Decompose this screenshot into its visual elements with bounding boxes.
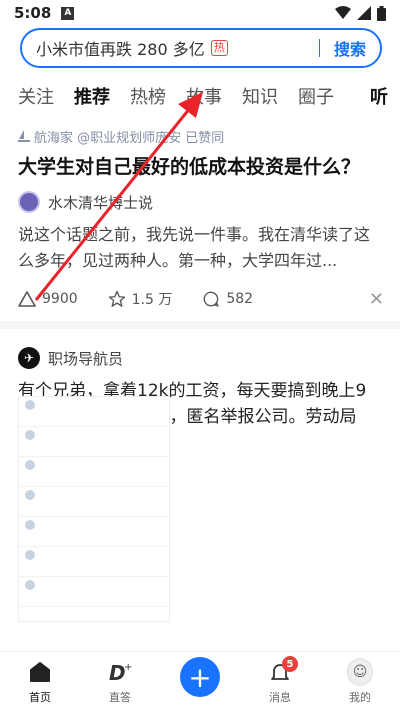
like-action[interactable]: 9900 [18, 291, 78, 307]
tab-recommend[interactable]: 推荐 [74, 83, 110, 110]
avatar: ☺ [347, 658, 373, 686]
status-right-icons [335, 5, 386, 21]
nav-create[interactable]: + [160, 652, 240, 711]
tab-follow[interactable]: 关注 [18, 83, 54, 109]
search-input[interactable]: 小米市值再跌 280 多亿 [36, 36, 205, 60]
search-button[interactable]: 搜索 [334, 36, 366, 60]
image-row [19, 577, 169, 607]
nav-zhida[interactable]: D + 直答 [80, 652, 160, 711]
comment-icon [203, 291, 220, 307]
wifi-icon [335, 6, 351, 19]
comment-action[interactable]: 582 [202, 290, 253, 308]
nav-messages-label: 消息 [269, 691, 291, 704]
nav-zhida-label: 直答 [109, 691, 131, 704]
author-name[interactable]: 水木清华博士说 [48, 192, 153, 213]
star-icon [108, 290, 125, 307]
card-meta-text: 航海家 @职业规划师庞安 已赞同 [34, 130, 225, 146]
hot-tag: 热 [210, 40, 228, 56]
avatar[interactable] [18, 191, 40, 213]
image-row [19, 457, 169, 487]
plus-icon[interactable]: + [180, 657, 220, 697]
card-meta: 航海家 @职业规划师庞安 已赞同 [18, 126, 384, 146]
zhida-icon: D + [107, 659, 133, 685]
favorite-count: 1.5 万 [131, 292, 173, 308]
feed-card[interactable]: 航海家 @职业规划师庞安 已赞同 大学生对自己最好的低成本投资是什么？ 水木清华… [18, 126, 384, 310]
tab-circle[interactable]: 圈子 [298, 83, 334, 109]
bottom-nav: 首页 D + 直答 + 5 消息 ☺ 我的 [0, 651, 400, 711]
image-row [19, 517, 169, 547]
home-icon [27, 659, 53, 685]
avatar[interactable]: ✈ [18, 347, 40, 369]
svg-text:+: + [124, 662, 132, 673]
nav-me-label: 我的 [349, 691, 371, 704]
nav-me[interactable]: ☺ 我的 [320, 652, 400, 711]
question-title[interactable]: 大学生对自己最好的低成本投资是什么？ [18, 154, 384, 180]
tab-knowledge[interactable]: 知识 [242, 83, 278, 109]
image-row [19, 397, 169, 427]
tab-hot-list[interactable]: 热榜 [130, 83, 166, 109]
post-image[interactable] [18, 396, 170, 622]
tab-story[interactable]: 故事 [186, 83, 222, 109]
search-divider [318, 39, 320, 57]
like-count: 9900 [42, 291, 78, 307]
messages-badge: 5 [282, 656, 298, 672]
category-tabs: 关注 推荐 热榜 故事 知识 圈子 听 [18, 78, 388, 114]
signal-icon [357, 6, 371, 20]
image-row [19, 547, 169, 577]
close-icon[interactable]: ✕ [369, 289, 384, 310]
comment-count: 582 [226, 291, 254, 307]
status-time: 5:08 [14, 4, 52, 22]
notification-a-icon: A [61, 6, 75, 20]
battery-icon [377, 5, 386, 21]
favorite-action[interactable]: 1.5 万 [108, 289, 173, 309]
search-bar[interactable]: 小米市值再跌 280 多亿 热 搜索 [20, 28, 382, 68]
tab-listen[interactable]: 听 [370, 83, 388, 109]
nav-home[interactable]: 首页 [0, 652, 80, 711]
card-actions: 9900 1.5 万 582 ✕ [18, 288, 384, 310]
profile-avatar-icon: ☺ [347, 658, 373, 686]
upvote-icon [18, 291, 36, 307]
sailboat-icon [18, 130, 30, 142]
image-row [19, 487, 169, 517]
author-name[interactable]: 职场导航员 [48, 348, 123, 369]
status-bar: 5:08 A [0, 0, 400, 26]
feed-separator [0, 321, 400, 329]
nav-messages[interactable]: 5 消息 [240, 652, 320, 711]
nav-home-label: 首页 [29, 691, 51, 704]
image-row [19, 427, 169, 457]
answer-excerpt[interactable]: 说这个话题之前，我先说一件事。我在清华读了这么多年，见过两种人。第一种，大学四年… [18, 222, 384, 274]
answer-author[interactable]: 水木清华博士说 [18, 190, 384, 214]
post-author[interactable]: ✈ 职场导航员 [18, 346, 384, 370]
